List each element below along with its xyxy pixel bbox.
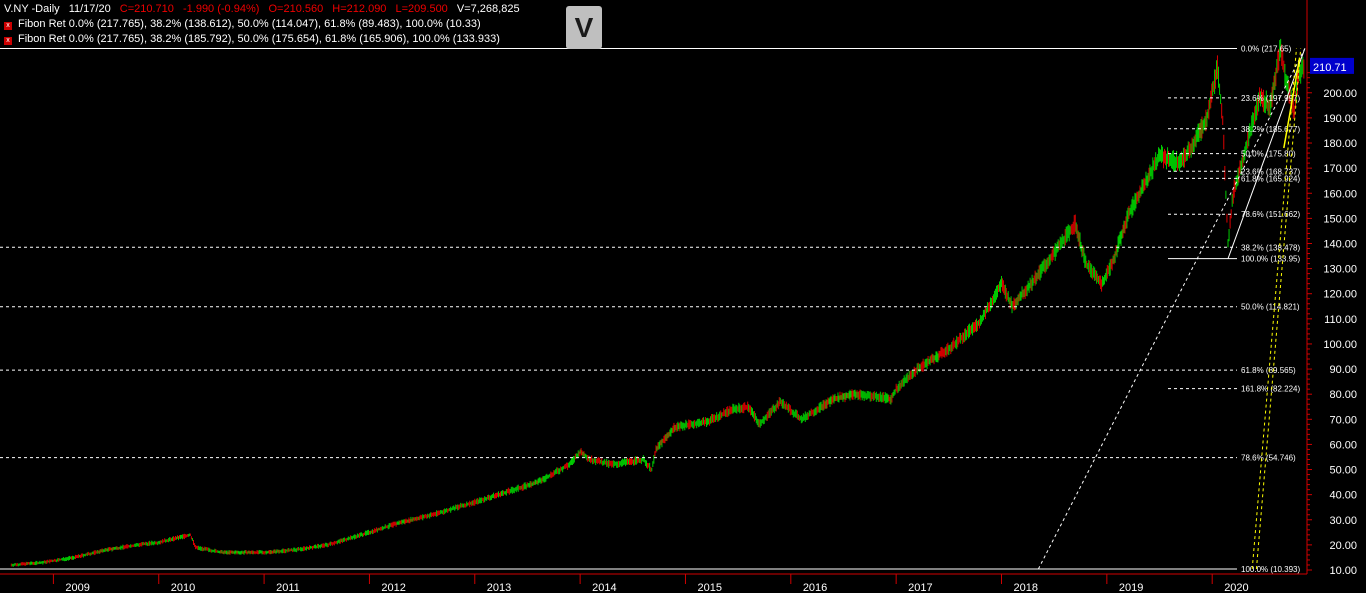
x-tick-label: 2013 <box>487 582 511 593</box>
x-tick-label: 2017 <box>908 582 932 593</box>
fib-level-label: 38.2% (138.478) <box>1241 243 1300 252</box>
open-value: O=210.560 <box>268 3 324 15</box>
y-tick-label: 100.00 <box>1323 339 1357 351</box>
fib-level-label: 38.2% (185.677) <box>1241 125 1300 134</box>
remove-study-icon[interactable]: x <box>4 37 12 45</box>
fib-level-label: 78.6% (54.746) <box>1241 454 1296 463</box>
y-tick-label: 50.00 <box>1329 465 1357 477</box>
x-tick-label: 2009 <box>65 582 89 593</box>
y-tick-label: 190.00 <box>1323 113 1357 125</box>
fib-study-row-1[interactable]: x Fibon Ret 0.0% (217.765), 38.2% (138.61… <box>4 18 487 30</box>
fib-level-label: 100.0% (10.393) <box>1241 565 1300 574</box>
remove-study-icon[interactable]: x <box>4 22 12 30</box>
x-tick-label: 2010 <box>171 582 195 593</box>
fib-level-label: 78.6% (151.662) <box>1241 210 1300 219</box>
y-tick-label: 150.00 <box>1323 213 1357 225</box>
x-tick-label: 2012 <box>381 582 405 593</box>
x-tick-label: 2019 <box>1119 582 1143 593</box>
fib-level-label: 161.8% (82.224) <box>1241 385 1300 394</box>
fib-level-label: 50.0% (114.821) <box>1241 303 1300 312</box>
symbol-logo-badge: V <box>566 6 602 49</box>
high-value: H=212.090 <box>332 3 387 15</box>
y-tick-label: 30.00 <box>1329 515 1357 527</box>
y-tick-label: 90.00 <box>1329 364 1357 376</box>
x-tick-label: 2014 <box>592 582 616 593</box>
y-tick-label: 160.00 <box>1323 188 1357 200</box>
date-label: 11/17/20 <box>68 3 111 15</box>
y-tick-label: 60.00 <box>1329 439 1357 451</box>
last-price-label: 210.71 <box>1313 62 1347 74</box>
x-tick-label: 2018 <box>1014 582 1038 593</box>
y-tick-label: 80.00 <box>1329 389 1357 401</box>
x-tick-label: 2016 <box>803 582 827 593</box>
low-value: L=209.500 <box>395 3 448 15</box>
quote-header: V.NY -Daily 11/17/20 C=210.710 -1.990 (-… <box>4 3 526 15</box>
volume-value: V=7,268,825 <box>456 3 520 15</box>
y-tick-label: 170.00 <box>1323 163 1357 175</box>
fib-level-label: 0.0% (217.65) <box>1241 44 1292 53</box>
fib-study-label: Fibon Ret 0.0% (217.765), 38.2% (138.612… <box>18 18 481 30</box>
price-chart[interactable]: 0.0% (217.65) 38.2% (138.478) 50.0% (114.8… <box>0 0 1366 593</box>
y-tick-label: 200.00 <box>1323 88 1357 100</box>
close-value: C=210.710 <box>119 3 174 15</box>
symbol-label: V.NY -Daily <box>4 3 60 15</box>
change-value: -1.990 (-0.94%) <box>182 3 260 15</box>
x-tick-label: 2015 <box>697 582 721 593</box>
y-tick-label: 10.00 <box>1329 565 1357 577</box>
y-tick-label: 120.00 <box>1323 289 1357 301</box>
yellow-trend-line <box>1283 57 1301 149</box>
fib-level-label: 61.8% (89.565) <box>1241 366 1296 375</box>
y-tick-label: 140.00 <box>1323 238 1357 250</box>
fib-study-label: Fibon Ret 0.0% (217.765), 38.2% (185.792… <box>18 33 500 45</box>
y-tick-label: 20.00 <box>1329 540 1357 552</box>
x-tick-label: 2020 <box>1224 582 1248 593</box>
fib-level-label: 100.0% (133.95) <box>1241 255 1300 264</box>
y-tick-label: 130.00 <box>1323 264 1357 276</box>
y-tick-label: 110.00 <box>1324 314 1357 326</box>
fib-study-row-2[interactable]: x Fibon Ret 0.0% (217.765), 38.2% (185.79… <box>4 33 506 45</box>
y-tick-label: 180.00 <box>1323 138 1357 150</box>
x-tick-label: 2011 <box>276 582 300 593</box>
y-tick-label: 40.00 <box>1329 490 1357 502</box>
fib-level-label: 61.8% (165.924) <box>1241 174 1300 183</box>
y-tick-label: 70.00 <box>1329 414 1357 426</box>
